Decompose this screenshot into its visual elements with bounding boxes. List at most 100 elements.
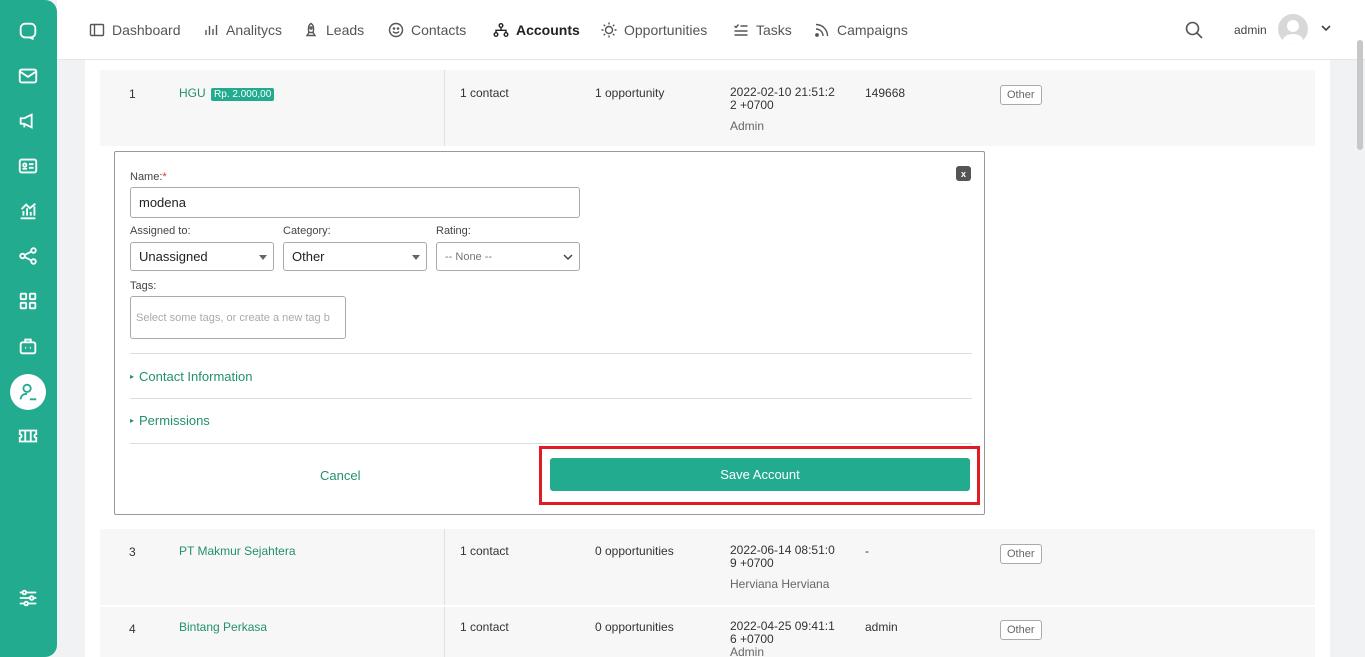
- caret-right-icon: ▸: [130, 372, 135, 381]
- required-mark: *: [162, 171, 167, 183]
- date-line: 2 +0700: [730, 98, 774, 112]
- divider: [444, 529, 445, 605]
- nav-label: Dashboard: [112, 22, 181, 38]
- category-badge: Other: [1000, 85, 1042, 105]
- contacts-count: 1 contact: [460, 86, 509, 100]
- assigned-select[interactable]: Unassigned: [130, 242, 274, 271]
- chart-icon[interactable]: [10, 193, 46, 229]
- name-label-text: Name:: [130, 171, 163, 183]
- created-date: 2022-06-14 08:51:0 9 +0700: [730, 544, 835, 570]
- row-number: 4: [129, 622, 136, 636]
- owner: Admin: [730, 645, 765, 657]
- nav-analitycs[interactable]: Analitycs: [203, 20, 282, 40]
- date-line: 2022-04-25 09:41:1: [730, 619, 835, 633]
- date-line: 2022-02-10 21:51:2: [730, 85, 835, 99]
- mail-icon[interactable]: [10, 58, 46, 94]
- hierarchy-icon: [493, 23, 509, 37]
- nav-label: Tasks: [756, 22, 792, 38]
- checklist-icon: [734, 24, 748, 36]
- sun-icon: [601, 22, 617, 38]
- share-icon[interactable]: [10, 238, 46, 274]
- tags-input[interactable]: Select some tags, or create a new tag b: [130, 296, 346, 339]
- contacts-count: 1 contact: [460, 544, 509, 558]
- nav-label: Leads: [326, 22, 365, 38]
- user-name[interactable]: admin: [1234, 23, 1267, 37]
- robot-icon[interactable]: [10, 328, 46, 364]
- price-badge: Rp. 2.000,00: [211, 88, 275, 101]
- chat-icon[interactable]: [10, 13, 46, 49]
- rating-label: Rating:: [436, 225, 471, 237]
- nav-label: Contacts: [411, 22, 467, 38]
- nav-label: Opportunities: [624, 22, 708, 38]
- permissions-toggle[interactable]: ▸ Permissions: [130, 413, 210, 428]
- close-icon[interactable]: x: [956, 166, 971, 181]
- account-name-cell: HGU Rp. 2.000,00: [179, 86, 275, 101]
- table-row: 4 Bintang Perkasa 1 contact 0 opportunit…: [100, 607, 1315, 657]
- chevron-down-icon[interactable]: [1320, 22, 1332, 34]
- account-link[interactable]: HGU: [179, 86, 206, 100]
- tags-placeholder: Select some tags, or create a new tag b: [136, 311, 330, 324]
- name-value: modena: [139, 195, 186, 210]
- bar-chart-icon: [205, 25, 218, 35]
- megaphone-icon[interactable]: [10, 103, 46, 139]
- account-link[interactable]: PT Makmur Sejahtera: [179, 544, 296, 558]
- category-badge: Other: [1000, 544, 1042, 564]
- nav-campaigns[interactable]: Campaigns: [814, 20, 908, 40]
- category-badge: Other: [1000, 620, 1042, 640]
- id-card-icon[interactable]: [10, 148, 46, 184]
- date-line: 6 +0700: [730, 632, 774, 646]
- nav-accounts[interactable]: Accounts: [493, 20, 580, 40]
- date-line: 9 +0700: [730, 556, 774, 570]
- settings-sliders-icon[interactable]: [10, 580, 46, 616]
- name-input[interactable]: modena: [130, 187, 580, 218]
- dashboard-icon: [89, 23, 105, 37]
- nav-tasks[interactable]: Tasks: [733, 20, 792, 40]
- contact-info-label: Contact Information: [139, 369, 253, 384]
- divider: [444, 70, 445, 146]
- divider: [130, 443, 972, 444]
- category-select[interactable]: Other: [283, 242, 427, 271]
- created-date: 2022-02-10 21:51:2 2 +0700: [730, 86, 835, 112]
- rating-select[interactable]: -- None --: [436, 242, 580, 271]
- nav-opportunities[interactable]: Opportunities: [601, 20, 707, 40]
- divider: [444, 607, 445, 657]
- row-number: 3: [129, 545, 136, 559]
- contact-info-toggle[interactable]: ▸ Contact Information: [130, 369, 252, 384]
- search-icon[interactable]: [1184, 20, 1204, 40]
- chevron-down-icon: [259, 255, 267, 260]
- owner: Herviana Herviana: [730, 577, 830, 591]
- opportunities-count: 0 opportunities: [595, 544, 674, 558]
- sidebar: [0, 0, 57, 657]
- created-date: 2022-04-25 09:41:1 6 +0700 Admin: [730, 620, 835, 657]
- cancel-link[interactable]: Cancel: [320, 468, 360, 483]
- rss-icon: [815, 23, 829, 37]
- nav-label: Analitycs: [226, 22, 283, 38]
- rating-value: -- None --: [445, 250, 493, 263]
- phone: -: [865, 544, 869, 558]
- opportunities-count: 1 opportunity: [595, 86, 665, 100]
- scrollbar[interactable]: [1357, 40, 1363, 150]
- rocket-icon: [305, 22, 317, 37]
- nav-contacts[interactable]: Contacts: [388, 20, 466, 40]
- category-value: Other: [292, 249, 325, 264]
- ticket-icon[interactable]: [10, 418, 46, 454]
- contacts-count: 1 contact: [460, 620, 509, 634]
- account-link[interactable]: Bintang Perkasa: [179, 620, 267, 634]
- divider: [130, 353, 972, 354]
- avatar[interactable]: [1278, 14, 1308, 44]
- phone: 149668: [865, 86, 906, 100]
- nav-dashboard[interactable]: Dashboard: [89, 20, 181, 40]
- edit-account-form: x Name:* modena Assigned to: Unassigned …: [114, 151, 985, 515]
- save-account-button[interactable]: Save Account: [550, 458, 970, 491]
- row-number: 1: [129, 87, 136, 101]
- table-row: 1 HGU Rp. 2.000,00 1 contact 1 opportuni…: [100, 70, 1315, 146]
- category-label: Category:: [283, 225, 331, 237]
- user-icon[interactable]: [10, 374, 46, 410]
- apps-icon[interactable]: [10, 283, 46, 319]
- caret-right-icon: ▸: [130, 416, 135, 425]
- assigned-value: Unassigned: [139, 249, 208, 264]
- tags-label: Tags:: [130, 280, 157, 292]
- date-line: 2022-06-14 08:51:0: [730, 543, 835, 557]
- permissions-label: Permissions: [139, 413, 210, 428]
- nav-leads[interactable]: Leads: [303, 20, 364, 40]
